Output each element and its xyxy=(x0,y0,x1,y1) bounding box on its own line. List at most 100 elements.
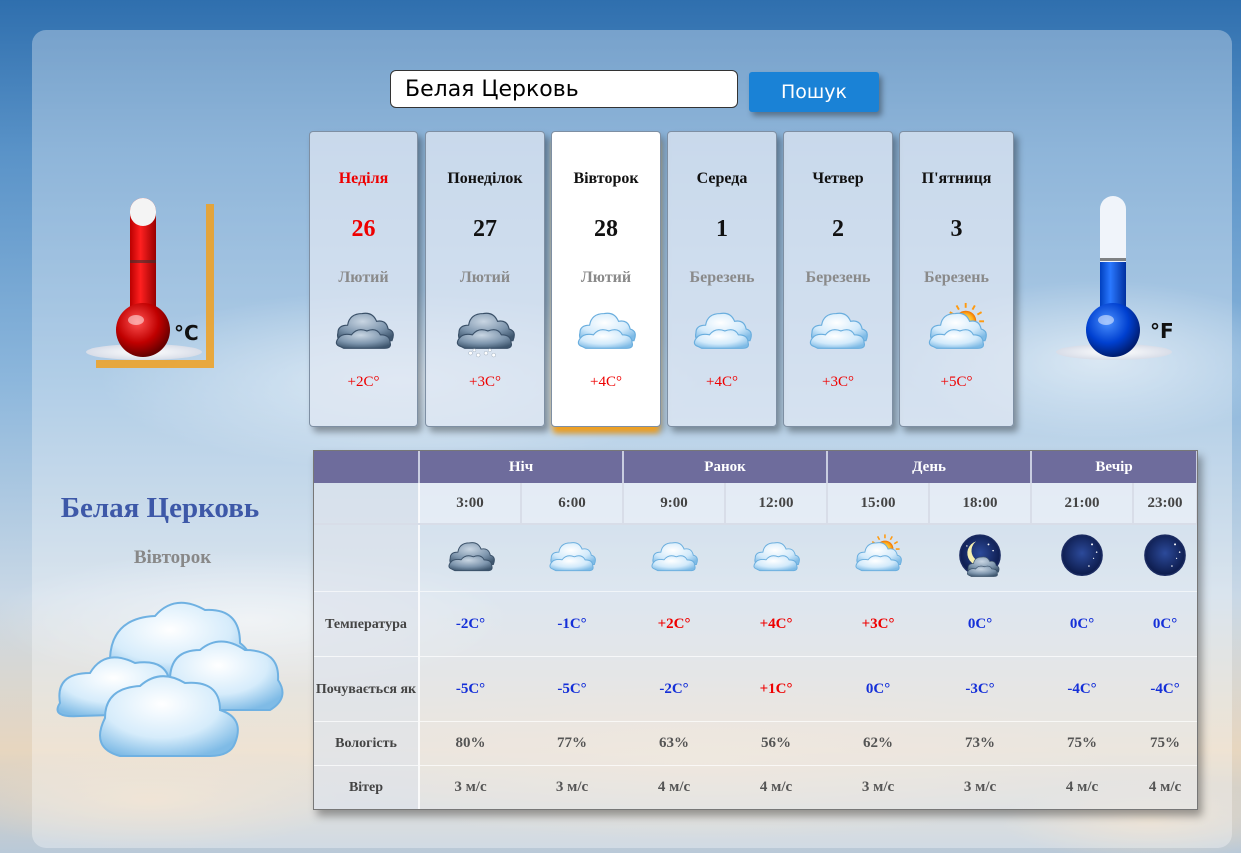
fahrenheit-label: °F xyxy=(1150,319,1174,343)
day-name: Неділя xyxy=(338,170,389,187)
time-row: 3:00 6:00 9:00 12:00 15:00 18:00 21:00 23:00 xyxy=(314,483,1197,525)
feel-cell: -3C° xyxy=(929,656,1032,722)
wind-cell: 4 м/с xyxy=(725,765,828,809)
day-card[interactable]: Вівторок 28 Лютий +4C° xyxy=(551,131,661,427)
time-cell: 3:00 xyxy=(419,483,522,525)
hour-icon-cell xyxy=(929,524,1032,592)
row-label: Температура xyxy=(314,591,420,657)
hour-icon-cell xyxy=(827,524,930,592)
cloud-light-icon xyxy=(549,541,596,571)
day-number: 28 xyxy=(594,216,618,242)
day-number: 1 xyxy=(716,216,728,242)
day-name: Вівторок xyxy=(573,170,639,187)
celsius-thermometer-icon[interactable]: °C xyxy=(82,192,222,372)
day-number: 27 xyxy=(473,216,497,242)
feel-cell: -2C° xyxy=(623,656,726,722)
day-card[interactable]: Понеділок 27 Лютий +3C° xyxy=(425,131,545,427)
humidity-cell: 62% xyxy=(827,721,930,766)
humidity-cell: 56% xyxy=(725,721,828,766)
hour-icon-cell xyxy=(419,524,521,592)
day-month: Березень xyxy=(924,269,989,286)
period-evening: Вечір xyxy=(1031,451,1197,483)
wind-cell: 4 м/с xyxy=(1031,765,1134,809)
day-month: Березень xyxy=(689,269,755,286)
wind-cell: 3 м/с xyxy=(827,765,930,809)
selected-day-name: Вівторок xyxy=(133,547,212,568)
hour-icon-cell xyxy=(1133,524,1197,592)
day-name: П'ятниця xyxy=(921,170,992,187)
day-temperature: +5C° xyxy=(940,374,973,390)
feel-cell: +1C° xyxy=(725,656,828,722)
day-number: 3 xyxy=(950,216,963,242)
feels-like-row: Почувається як -5C° -5C° -2C° +1C° 0C° -3C° -4C… xyxy=(314,656,1197,722)
time-cell: 18:00 xyxy=(929,483,1033,525)
time-cell: 23:00 xyxy=(1133,483,1197,525)
feel-cell: -4C° xyxy=(1133,656,1197,722)
day-name: Середа xyxy=(696,170,748,187)
day-month: Лютий xyxy=(338,269,389,286)
day-card[interactable]: Четвер 2 Березень +3C° xyxy=(783,131,893,427)
temp-cell: -1C° xyxy=(521,591,624,657)
time-cell: 6:00 xyxy=(521,483,625,525)
temperature-row: Температура -2C° -1C° +2C° +4C° +3C° 0C° 0C° 0C° xyxy=(314,591,1197,657)
period-morning: Ранок xyxy=(623,451,829,483)
row-label: Вологість xyxy=(314,721,420,766)
cloud-light-icon xyxy=(753,541,800,571)
cloud-dark-icon xyxy=(447,541,495,571)
search-button[interactable]: Пошук xyxy=(749,72,879,112)
feel-cell: -5C° xyxy=(521,656,624,722)
moon-icon xyxy=(1061,533,1103,576)
day-weather-icon xyxy=(571,302,641,358)
wind-row: Вітер 3 м/с 3 м/с 4 м/с 4 м/с 3 м/с 3 м/с 4 м/с… xyxy=(314,765,1197,809)
day-weather-icon xyxy=(687,302,757,358)
row-label: Вітер xyxy=(314,765,420,809)
period-day: День xyxy=(827,451,1033,483)
day-weather-icon xyxy=(329,302,399,358)
period-header-empty xyxy=(314,451,420,483)
day-month: Березень xyxy=(805,269,871,286)
hour-icon-cell xyxy=(1031,524,1134,592)
time-cell: 12:00 xyxy=(725,483,829,525)
day-weather-icon xyxy=(922,302,992,358)
wind-cell: 3 м/с xyxy=(521,765,624,809)
day-card[interactable]: Неділя 26 Лютий +2C° xyxy=(309,131,418,427)
day-card[interactable]: Середа 1 Березень +4C° xyxy=(667,131,777,427)
cloud-snow-icon xyxy=(456,312,515,358)
celsius-label: °C xyxy=(174,321,199,345)
hour-icon-cell xyxy=(623,524,726,592)
humidity-cell: 77% xyxy=(521,721,624,766)
day-number: 2 xyxy=(832,216,844,242)
day-number: 26 xyxy=(351,216,376,242)
day-temperature: +4C° xyxy=(706,374,738,390)
cloud-light-icon xyxy=(809,312,868,349)
cloud-light-icon xyxy=(577,312,636,349)
wind-cell: 4 м/с xyxy=(623,765,726,809)
cloud-light-icon xyxy=(651,541,698,571)
sun-cloud-icon xyxy=(855,533,902,571)
day-weather-icon xyxy=(803,302,873,358)
day-weather-icon xyxy=(450,302,520,358)
feel-cell: -5C° xyxy=(419,656,521,722)
period-header-row: Ніч Ранок День Вечір xyxy=(314,451,1197,483)
wind-cell: 4 м/с xyxy=(1133,765,1197,809)
temp-cell: +4C° xyxy=(725,591,828,657)
temp-cell: -2C° xyxy=(419,591,521,657)
day-card[interactable]: П'ятниця 3 Березень +5C° xyxy=(899,131,1014,427)
fahrenheit-thermometer-icon[interactable]: °F xyxy=(1052,192,1182,367)
temp-cell: 0C° xyxy=(929,591,1032,657)
humidity-cell: 63% xyxy=(623,721,726,766)
period-night: Ніч xyxy=(419,451,625,483)
moon-cloud-icon xyxy=(959,533,1001,577)
day-month: Лютий xyxy=(580,269,632,286)
city-search-input[interactable] xyxy=(390,70,738,108)
temp-cell: 0C° xyxy=(1133,591,1197,657)
humidity-cell: 80% xyxy=(419,721,521,766)
cloud-dark-icon xyxy=(335,312,394,349)
feel-cell: 0C° xyxy=(827,656,930,722)
icon-label-empty xyxy=(314,524,420,592)
humidity-row: Вологість 80% 77% 63% 56% 62% 73% 75% 75% xyxy=(314,721,1197,766)
day-temperature: +3C° xyxy=(822,374,854,390)
humidity-cell: 73% xyxy=(929,721,1032,766)
sun-cloud-icon xyxy=(928,302,987,349)
cloud-light-icon xyxy=(693,312,752,349)
